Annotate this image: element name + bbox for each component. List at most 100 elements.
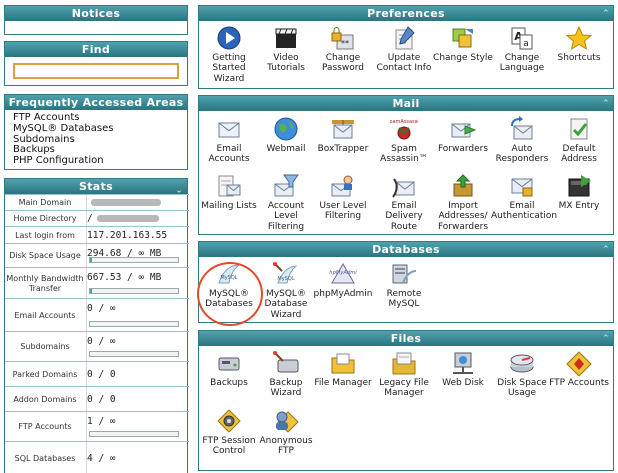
item-label: Remote MySQL: [386, 289, 422, 310]
databases-item-remote-mysql[interactable]: Remote MySQL: [373, 261, 435, 310]
anonymous-ftp-icon: [272, 408, 300, 434]
usage-bar: [89, 351, 179, 357]
databases-item-mysql-database-wizard[interactable]: MySQL MySQL® Database Wizard: [255, 261, 317, 320]
item-label: Email Delivery Route: [385, 201, 423, 232]
stats-label: Monthly Bandwidth Transfer: [6, 273, 84, 293]
mail-item-spam-assassin[interactable]: SpamAssassin Spam Assassin™: [373, 116, 435, 165]
star-icon: [565, 25, 593, 51]
databases-header[interactable]: Databases ⌃: [199, 242, 613, 257]
stats-label: Home Directory: [13, 214, 77, 223]
files-item-file-manager[interactable]: File Manager: [312, 350, 374, 388]
ftp-session-icon: [215, 408, 243, 434]
mail-item-email-delivery-route[interactable]: Email Delivery Route: [373, 173, 435, 232]
files-item-disk-space-usage[interactable]: Disk Space Usage: [491, 350, 553, 399]
files-header[interactable]: Files ⌃: [199, 331, 613, 346]
databases-item-phpmyadmin[interactable]: phpMyAdmin phpMyAdmin: [312, 261, 374, 299]
item-label: Disk Space Usage: [497, 378, 547, 399]
stats-header[interactable]: Stats ⌃: [5, 179, 187, 194]
item-label: Change Password: [321, 53, 365, 74]
frequently-accessed-panel: Frequently Accessed Areas FTP Accounts M…: [4, 94, 188, 170]
clapboard-icon: [272, 25, 300, 51]
faa-link-mysql-databases[interactable]: MySQL® Databases: [13, 123, 179, 135]
preferences-item-change-style[interactable]: Change Style: [432, 25, 494, 63]
password-lock-icon: **: [329, 25, 357, 51]
backups-icon: [215, 350, 243, 376]
mail-item-import-addresses-forwarders[interactable]: Import Addresses/ Forwarders: [432, 173, 494, 232]
stats-value: 667.53 / ∞ MB: [87, 272, 162, 283]
remote-mysql-icon: [390, 261, 418, 287]
preferences-item-video-tutorials[interactable]: Video Tutorials: [255, 25, 317, 74]
stats-row: Main Domain: [5, 194, 189, 210]
stats-label: FTP Accounts: [18, 422, 72, 431]
item-label: BoxTrapper: [317, 144, 369, 154]
item-label: Legacy File Manager: [379, 378, 429, 399]
preferences-item-shortcuts[interactable]: Shortcuts: [548, 25, 610, 63]
files-item-web-disk[interactable]: Web Disk: [432, 350, 494, 388]
collapse-icon[interactable]: ⌃: [602, 97, 610, 112]
mail-header[interactable]: Mail ⌃: [199, 96, 613, 111]
item-label: Import Addresses/ Forwarders: [437, 201, 489, 232]
stats-value: 0 / ∞: [87, 303, 116, 314]
notices-header[interactable]: Notices: [5, 6, 187, 21]
preferences-header[interactable]: Preferences ⌃: [199, 6, 613, 21]
files-item-anonymous-ftp[interactable]: Anonymous FTP: [255, 408, 317, 457]
files-item-ftp-accounts[interactable]: FTP Accounts: [548, 350, 610, 388]
mail-item-email-authentication[interactable]: Email Authentication: [491, 173, 557, 222]
preferences-item-change-language[interactable]: Aa Change Language: [491, 25, 553, 74]
stats-label: Subdomains: [20, 342, 70, 351]
mail-item-default-address[interactable]: Default Address: [548, 116, 610, 165]
mail-item-mx-entry[interactable]: MX Entry: [548, 173, 610, 211]
stats-row: SQL Databases 4 / ∞: [5, 441, 189, 473]
mail-item-account-level-filtering[interactable]: Account Level Filtering: [255, 173, 317, 232]
mail-item-webmail[interactable]: Webmail: [255, 116, 317, 154]
find-title: Find: [81, 43, 111, 56]
stats-row: Addon Domains 0 / 0: [5, 386, 189, 411]
collapse-icon[interactable]: ⌃: [602, 243, 610, 258]
stats-row: Last login from 117.201.163.55: [5, 226, 189, 243]
mail-item-boxtrapper[interactable]: BoxTrapper: [312, 116, 374, 154]
mail-item-email-accounts[interactable]: Email Accounts: [198, 116, 260, 165]
play-icon: [215, 25, 243, 51]
mail-title: Mail: [392, 97, 420, 110]
item-label: Backups: [210, 378, 248, 388]
usage-bar: [89, 431, 179, 437]
files-item-ftp-session-control[interactable]: FTP Session Control: [198, 408, 260, 457]
notices-panel: Notices: [4, 5, 188, 35]
collapse-icon[interactable]: ⌃: [175, 180, 183, 195]
disk-usage-icon: [508, 350, 536, 376]
find-input[interactable]: [13, 63, 179, 79]
item-label: Default Address: [561, 144, 597, 165]
files-item-backups[interactable]: Backups: [198, 350, 260, 388]
mail-item-forwarders[interactable]: Forwarders: [432, 116, 494, 154]
svg-text:MySQL: MySQL: [277, 276, 294, 282]
item-label: Auto Responders: [495, 144, 549, 165]
mail-item-mailing-lists[interactable]: Mailing Lists: [198, 173, 260, 211]
collapse-icon[interactable]: ⌃: [602, 332, 610, 347]
preferences-item-getting-started-wizard[interactable]: Getting Started Wizard: [198, 25, 260, 84]
legacy-file-manager-icon: [390, 350, 418, 376]
language-icon: Aa: [508, 25, 536, 51]
files-item-legacy-file-manager[interactable]: Legacy File Manager: [373, 350, 435, 399]
stats-label: Addon Domains: [13, 394, 77, 404]
preferences-item-update-contact-info[interactable]: Update Contact Info: [373, 25, 435, 74]
svg-text:a: a: [523, 39, 529, 49]
stats-table: Main Domain Home Directory / Last login fro…: [5, 194, 189, 473]
files-item-backup-wizard[interactable]: Backup Wizard: [255, 350, 317, 399]
item-label: MySQL® Database Wizard: [264, 289, 308, 320]
item-label: Forwarders: [437, 144, 489, 154]
find-header: Find: [5, 42, 187, 57]
svg-text:**: **: [341, 39, 349, 48]
preferences-item-change-password[interactable]: ** Change Password: [312, 25, 374, 74]
ftp-accounts-icon: [565, 350, 593, 377]
usage-bar: [89, 257, 179, 263]
mail-item-user-level-filtering[interactable]: User Level Filtering: [312, 173, 374, 222]
delivery-route-icon: [390, 173, 418, 199]
phpmyadmin-icon: phpMyAdmin: [325, 261, 360, 287]
item-label: Update Contact Info: [376, 53, 432, 74]
faa-link-php-configuration[interactable]: PHP Configuration: [13, 155, 179, 167]
faa-header: Frequently Accessed Areas: [5, 95, 187, 110]
envelope-icon: [215, 116, 243, 142]
mail-item-auto-responders[interactable]: Auto Responders: [491, 116, 553, 165]
collapse-icon[interactable]: ⌃: [602, 7, 610, 22]
stats-label: Last login from: [15, 230, 75, 240]
